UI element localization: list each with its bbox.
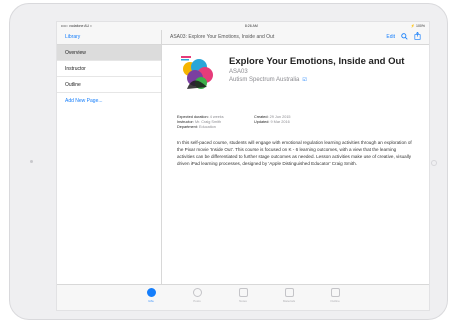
- tab-materials[interactable]: Materials: [271, 288, 307, 310]
- sidebar-item-label: Add New Page...: [65, 98, 103, 104]
- course-logo-image: [177, 53, 219, 95]
- tab-label: Materials: [282, 299, 296, 303]
- share-icon[interactable]: [414, 31, 421, 42]
- duration-value: 4 weeks: [209, 115, 224, 119]
- status-bar: ••••○ vodafone AU ≈ 8:26 AM ⚡ 100%: [57, 22, 429, 30]
- camera-dot: [30, 160, 33, 163]
- course-title: Explore Your Emotions, Inside and Out: [229, 56, 405, 67]
- battery-label: ⚡ 100%: [410, 24, 425, 28]
- materials-icon: [284, 288, 294, 297]
- course-header: Explore Your Emotions, Inside and Out AS…: [177, 53, 419, 95]
- status-time: 8:26 AM: [244, 24, 258, 28]
- course-description: In this self-paced course, students will…: [177, 140, 412, 166]
- sidebar-item-instructor[interactable]: Instructor: [57, 61, 161, 77]
- info-icon: [146, 288, 156, 297]
- outline-icon: [330, 288, 340, 297]
- instructor-label: Instructor:: [177, 120, 194, 124]
- library-back-button[interactable]: Library: [57, 30, 162, 44]
- course-heading-group: Explore Your Emotions, Inside and Out AS…: [229, 56, 404, 95]
- course-provider[interactable]: Autism Spectrum Australia ☑: [229, 77, 404, 83]
- tab-label: Outline: [330, 299, 340, 303]
- edit-button[interactable]: Edit: [386, 34, 395, 40]
- navigation-bar: Library ASA03: Explore Your Emotions, In…: [57, 30, 429, 45]
- sidebar-item-label: Overview: [65, 49, 86, 56]
- tab-bar: Info Posts Notes Materials Outline: [57, 284, 429, 310]
- search-icon[interactable]: [401, 32, 408, 42]
- sidebar-item-outline[interactable]: Outline: [57, 77, 161, 93]
- sidebar-item-overview[interactable]: Overview: [57, 45, 161, 61]
- tab-label: Notes: [239, 299, 247, 303]
- tab-posts[interactable]: Posts: [179, 288, 215, 310]
- department-value: Education: [198, 125, 216, 129]
- home-button[interactable]: [431, 160, 437, 166]
- tab-notes[interactable]: Notes: [225, 288, 261, 310]
- created-value: 29 Jun 2015: [269, 115, 291, 119]
- course-overview: Explore Your Emotions, Inside and Out AS…: [163, 45, 429, 284]
- sidebar-item-label: Instructor: [65, 65, 86, 72]
- duration-label: Expected duration:: [177, 115, 209, 119]
- created-label: Created:: [254, 115, 269, 119]
- sidebar: Overview Instructor Outline Add New Page…: [57, 45, 162, 310]
- tab-outline[interactable]: Outline: [317, 288, 353, 310]
- course-meta: Expected duration: 4 weeks Created: 29 J…: [177, 115, 327, 129]
- updated-label: Updated:: [254, 120, 270, 124]
- posts-icon: [192, 288, 202, 297]
- screen: ••••○ vodafone AU ≈ 8:26 AM ⚡ 100% Libra…: [56, 21, 430, 311]
- course-code: ASA03: [229, 69, 248, 75]
- notes-icon: [238, 288, 248, 297]
- ipad-frame: ••••○ vodafone AU ≈ 8:26 AM ⚡ 100% Libra…: [9, 3, 448, 320]
- updated-value: 9 Mar 2016: [270, 120, 290, 124]
- tab-info[interactable]: Info: [133, 288, 169, 310]
- tab-label: Info: [148, 299, 154, 303]
- sidebar-item-label: Outline: [65, 81, 81, 88]
- add-new-page-link[interactable]: Add New Page...: [57, 93, 161, 109]
- nav-title: ASA03: Explore Your Emotions, Inside and…: [170, 34, 275, 40]
- library-back-label: Library: [65, 34, 81, 40]
- tab-label: Posts: [193, 299, 201, 303]
- verified-badge-icon: ☑: [302, 77, 307, 83]
- instructor-value: Mr. Craig Smith: [194, 120, 222, 124]
- provider-name: Autism Spectrum Australia: [229, 77, 300, 83]
- nav-actions: Edit: [386, 31, 429, 42]
- carrier-label: ••••○ vodafone AU ≈: [61, 24, 92, 28]
- department-label: Department:: [177, 125, 198, 129]
